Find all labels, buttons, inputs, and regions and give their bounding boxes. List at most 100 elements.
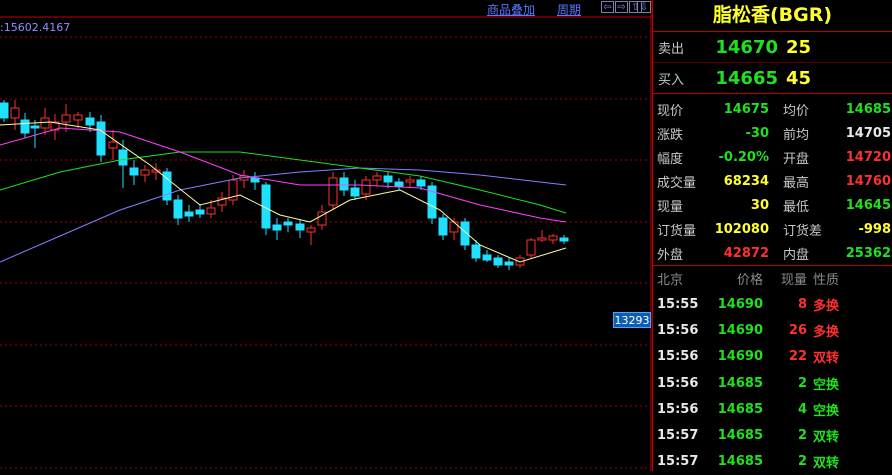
ask-volume: 25 [786, 36, 812, 58]
tick-qty: 8 [797, 296, 807, 312]
stat-value: 102080 [714, 221, 769, 237]
candle-body [20, 119, 30, 134]
ticks-column-header: 北京 [657, 273, 684, 288]
stat-value: 25362 [845, 245, 891, 261]
tick-row: 15:56 14690 22 双转 [653, 344, 892, 370]
stats-row: 外盘 42872 内盘 25362 [653, 241, 892, 265]
stat-label: 前均 [783, 127, 810, 143]
bid-volume: 45 [786, 67, 812, 89]
candle-body [206, 207, 216, 215]
tick-price: 14690 [717, 349, 763, 365]
tick-time: 15:56 [657, 349, 699, 365]
stat-value: 14760 [845, 173, 891, 189]
stats-row: 现量 30 最低 14645 [653, 193, 892, 217]
candle-body [361, 179, 371, 195]
candle-body [184, 211, 194, 217]
nav-right-icon[interactable]: ⇨ [615, 1, 628, 13]
tick-qty: 2 [797, 375, 807, 391]
tick-price: 14690 [717, 322, 763, 338]
ma5-line [0, 121, 567, 263]
tick-type: 空换 [813, 377, 840, 393]
candle-body [129, 167, 139, 176]
tick-row: 15:56 14685 2 空换 [653, 370, 892, 396]
tick-qty: 2 [797, 454, 807, 470]
candle-body [416, 179, 426, 187]
stat-value: -30 [745, 125, 770, 141]
tick-time: 15:56 [657, 375, 699, 391]
candle-body [61, 114, 71, 123]
candle-body [471, 244, 481, 259]
candle-body [449, 221, 459, 233]
candle-body [350, 187, 360, 197]
tick-time: 15:56 [657, 401, 699, 417]
stat-value: 14705 [845, 125, 891, 141]
candle-body [250, 177, 260, 183]
tick-qty: 26 [788, 322, 807, 338]
candle-body [40, 117, 50, 129]
tick-row: 15:55 14690 8 多换 [653, 291, 892, 317]
tick-time: 15:55 [657, 296, 699, 312]
candle-body [328, 177, 338, 206]
kline-chart-area[interactable]: :15602.4167 商品叠加 周期 ⇦ ⇨ ⇧ ⇩ 13293 [0, 0, 652, 471]
candle-body [96, 121, 106, 156]
bid-price: 14665 [715, 67, 778, 89]
candlestick-chart[interactable] [0, 0, 652, 471]
ticks-column-header: 价格 [736, 273, 763, 288]
candle-body [372, 175, 382, 181]
candle-body [537, 237, 547, 241]
stat-label: 现量 [657, 199, 684, 215]
candle-body [295, 223, 305, 231]
candle-body [173, 199, 183, 219]
ask-price: 14670 [715, 36, 778, 58]
tick-time: 15:57 [657, 454, 699, 470]
tick-type: 双转 [813, 430, 840, 446]
ticks-list: 15:55 14690 8 多换 15:56 14690 26 多换 15:56 14690 22 双… [653, 291, 892, 475]
price-cursor-tag: 13293 [613, 312, 651, 328]
candle-body [559, 237, 569, 242]
stat-label: 最高 [783, 175, 810, 191]
candle-body [140, 169, 150, 176]
tick-type: 双转 [813, 351, 840, 367]
candle-body [339, 177, 349, 191]
stat-value: 68234 [723, 173, 769, 189]
stat-label: 开盘 [783, 151, 810, 167]
stats-row: 订货量 102080 订货差 -998 [653, 217, 892, 241]
stat-value: 14645 [845, 197, 891, 213]
stat-label: 涨跌 [657, 127, 684, 143]
ticks-column-header: 现量 [780, 273, 807, 288]
ticks-header: 北京 价格 现量 性质 [653, 265, 892, 291]
tick-qty: 2 [797, 428, 807, 444]
candle-body [493, 257, 503, 266]
stat-label: 成交量 [657, 175, 697, 191]
candle-body [383, 175, 393, 183]
candle-body [195, 209, 205, 215]
tick-price: 14685 [717, 428, 763, 444]
tick-price: 14685 [717, 401, 763, 417]
stat-label: 现价 [657, 103, 684, 119]
tick-time: 15:56 [657, 322, 699, 338]
tick-type: 多换 [813, 298, 840, 314]
nav-down-icon[interactable]: ⇩ [637, 1, 651, 13]
candle-body [306, 227, 316, 233]
tick-row: 15:57 14685 2 双转 [653, 449, 892, 475]
candle-body [73, 114, 83, 121]
candle-body [108, 141, 118, 149]
stat-value: -998 [858, 221, 891, 237]
stat-label: 幅度 [657, 151, 684, 167]
tick-time: 15:57 [657, 428, 699, 444]
stats-row: 成交量 68234 最高 14760 [653, 169, 892, 193]
candle-body [283, 221, 293, 226]
candle-body [405, 179, 415, 183]
period-link[interactable]: 周期 [557, 1, 581, 18]
bid-label: 买入 [658, 72, 685, 88]
tick-price: 14685 [717, 375, 763, 391]
tick-row: 15:56 14685 4 空换 [653, 396, 892, 422]
candle-body [10, 107, 20, 119]
stat-value: 14675 [723, 101, 769, 117]
moving-average-readout: :15602.4167 [0, 21, 71, 34]
nav-left-icon[interactable]: ⇦ [601, 1, 614, 13]
candle-body [460, 221, 470, 246]
stats-row: 幅度 -0.20% 开盘 14720 [653, 145, 892, 169]
candle-body [272, 224, 282, 231]
overlay-commodity-link[interactable]: 商品叠加 [487, 1, 535, 18]
